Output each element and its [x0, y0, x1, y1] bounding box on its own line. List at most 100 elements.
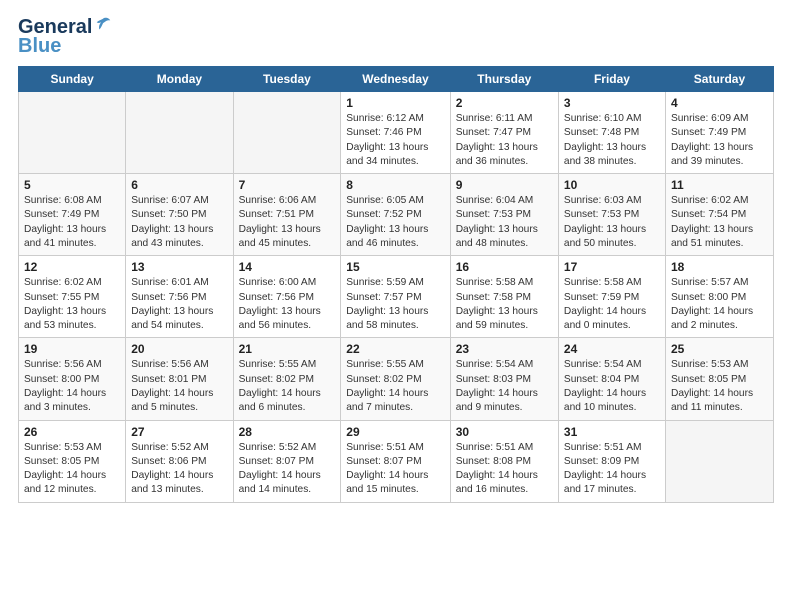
week-row-2: 5 Sunrise: 6:08 AM Sunset: 7:49 PM Daylig…	[19, 174, 774, 256]
day-info: Sunrise: 5:56 AM Sunset: 8:00 PM Dayligh…	[24, 358, 120, 415]
day-info: Sunrise: 6:08 AM Sunset: 7:49 PM Dayligh…	[24, 194, 120, 251]
day-number: 18	[671, 260, 768, 274]
day-info: Sunrise: 5:51 AM Sunset: 8:07 PM Dayligh…	[346, 441, 444, 498]
weekday-header-sunday: Sunday	[19, 67, 126, 92]
day-number: 8	[346, 178, 444, 192]
calendar-cell: 31 Sunrise: 5:51 AM Sunset: 8:09 PM Dayli…	[558, 420, 665, 502]
day-number: 3	[564, 96, 660, 110]
day-info: Sunrise: 6:07 AM Sunset: 7:50 PM Dayligh…	[131, 194, 227, 251]
calendar-cell: 4 Sunrise: 6:09 AM Sunset: 7:49 PM Daylig…	[665, 92, 773, 174]
calendar-cell: 14Sunrise: 6:00 AM Sunset: 7:56 PM Dayli…	[233, 256, 341, 338]
day-number: 26	[24, 425, 120, 439]
calendar-cell: 7Sunrise: 6:06 AM Sunset: 7:51 PM Daylig…	[233, 174, 341, 256]
calendar-cell: 11Sunrise: 6:02 AM Sunset: 7:54 PM Dayli…	[665, 174, 773, 256]
weekday-header-wednesday: Wednesday	[341, 67, 450, 92]
week-row-5: 26 Sunrise: 5:53 AM Sunset: 8:05 PM Dayli…	[19, 420, 774, 502]
day-number: 24	[564, 342, 660, 356]
day-info: Sunrise: 5:52 AM Sunset: 8:06 PM Dayligh…	[131, 441, 227, 498]
day-number: 1	[346, 96, 444, 110]
day-info: Sunrise: 5:54 AM Sunset: 8:04 PM Dayligh…	[564, 358, 660, 415]
day-info: Sunrise: 5:53 AM Sunset: 8:05 PM Dayligh…	[671, 358, 768, 415]
calendar-cell: 3 Sunrise: 6:10 AM Sunset: 7:48 PM Daylig…	[558, 92, 665, 174]
calendar-cell: 28Sunrise: 5:52 AM Sunset: 8:07 PM Dayli…	[233, 420, 341, 502]
day-info: Sunrise: 5:59 AM Sunset: 7:57 PM Dayligh…	[346, 276, 444, 333]
header: General Blue	[18, 16, 774, 58]
day-number: 29	[346, 425, 444, 439]
day-number: 5	[24, 178, 120, 192]
calendar-cell: 9 Sunrise: 6:04 AM Sunset: 7:53 PM Daylig…	[450, 174, 558, 256]
calendar-cell: 8Sunrise: 6:05 AM Sunset: 7:52 PM Daylig…	[341, 174, 450, 256]
day-number: 30	[456, 425, 553, 439]
day-number: 20	[131, 342, 227, 356]
calendar-cell	[126, 92, 233, 174]
calendar-cell: 27 Sunrise: 5:52 AM Sunset: 8:06 PM Dayli…	[126, 420, 233, 502]
day-info: Sunrise: 5:57 AM Sunset: 8:00 PM Dayligh…	[671, 276, 768, 333]
day-info: Sunrise: 5:55 AM Sunset: 8:02 PM Dayligh…	[239, 358, 336, 415]
day-number: 13	[131, 260, 227, 274]
day-number: 12	[24, 260, 120, 274]
day-number: 2	[456, 96, 553, 110]
day-number: 16	[456, 260, 553, 274]
calendar-cell: 24 Sunrise: 5:54 AM Sunset: 8:04 PM Dayli…	[558, 338, 665, 420]
calendar-cell: 5 Sunrise: 6:08 AM Sunset: 7:49 PM Daylig…	[19, 174, 126, 256]
calendar-cell: 26 Sunrise: 5:53 AM Sunset: 8:05 PM Dayli…	[19, 420, 126, 502]
calendar-cell: 21 Sunrise: 5:55 AM Sunset: 8:02 PM Dayli…	[233, 338, 341, 420]
calendar-cell: 10 Sunrise: 6:03 AM Sunset: 7:53 PM Dayli…	[558, 174, 665, 256]
day-number: 7	[239, 178, 336, 192]
day-info: Sunrise: 6:02 AM Sunset: 7:55 PM Dayligh…	[24, 276, 120, 333]
day-info: Sunrise: 6:11 AM Sunset: 7:47 PM Dayligh…	[456, 112, 553, 169]
calendar-cell: 6 Sunrise: 6:07 AM Sunset: 7:50 PM Daylig…	[126, 174, 233, 256]
weekday-header-monday: Monday	[126, 67, 233, 92]
weekday-header-friday: Friday	[558, 67, 665, 92]
day-info: Sunrise: 6:01 AM Sunset: 7:56 PM Dayligh…	[131, 276, 227, 333]
day-info: Sunrise: 6:02 AM Sunset: 7:54 PM Dayligh…	[671, 194, 768, 251]
day-number: 31	[564, 425, 660, 439]
calendar-cell: 20 Sunrise: 5:56 AM Sunset: 8:01 PM Dayli…	[126, 338, 233, 420]
day-info: Sunrise: 5:54 AM Sunset: 8:03 PM Dayligh…	[456, 358, 553, 415]
day-info: Sunrise: 5:53 AM Sunset: 8:05 PM Dayligh…	[24, 441, 120, 498]
calendar-cell: 19Sunrise: 5:56 AM Sunset: 8:00 PM Dayli…	[19, 338, 126, 420]
calendar-cell	[233, 92, 341, 174]
day-info: Sunrise: 6:04 AM Sunset: 7:53 PM Dayligh…	[456, 194, 553, 251]
calendar-cell: 22 Sunrise: 5:55 AM Sunset: 8:02 PM Dayli…	[341, 338, 450, 420]
day-info: Sunrise: 5:55 AM Sunset: 8:02 PM Dayligh…	[346, 358, 444, 415]
weekday-header-saturday: Saturday	[665, 67, 773, 92]
day-info: Sunrise: 5:56 AM Sunset: 8:01 PM Dayligh…	[131, 358, 227, 415]
calendar-cell: 1Sunrise: 6:12 AM Sunset: 7:46 PM Daylig…	[341, 92, 450, 174]
day-number: 17	[564, 260, 660, 274]
calendar-cell: 25 Sunrise: 5:53 AM Sunset: 8:05 PM Dayli…	[665, 338, 773, 420]
weekday-header-row: SundayMondayTuesdayWednesdayThursdayFrid…	[19, 67, 774, 92]
day-number: 10	[564, 178, 660, 192]
calendar-cell: 23 Sunrise: 5:54 AM Sunset: 8:03 PM Dayli…	[450, 338, 558, 420]
day-info: Sunrise: 5:51 AM Sunset: 8:08 PM Dayligh…	[456, 441, 553, 498]
page: General Blue SundayMondayTuesdayWednesda…	[0, 0, 792, 513]
day-number: 23	[456, 342, 553, 356]
calendar-cell: 12 Sunrise: 6:02 AM Sunset: 7:55 PM Dayli…	[19, 256, 126, 338]
calendar-cell: 2 Sunrise: 6:11 AM Sunset: 7:47 PM Daylig…	[450, 92, 558, 174]
day-info: Sunrise: 6:03 AM Sunset: 7:53 PM Dayligh…	[564, 194, 660, 251]
day-info: Sunrise: 5:58 AM Sunset: 7:59 PM Dayligh…	[564, 276, 660, 333]
logo-blue: Blue	[18, 35, 61, 58]
day-info: Sunrise: 6:09 AM Sunset: 7:49 PM Dayligh…	[671, 112, 768, 169]
day-number: 22	[346, 342, 444, 356]
day-info: Sunrise: 6:10 AM Sunset: 7:48 PM Dayligh…	[564, 112, 660, 169]
weekday-header-thursday: Thursday	[450, 67, 558, 92]
day-number: 9	[456, 178, 553, 192]
day-number: 4	[671, 96, 768, 110]
calendar-cell: 17 Sunrise: 5:58 AM Sunset: 7:59 PM Dayli…	[558, 256, 665, 338]
day-number: 14	[239, 260, 336, 274]
week-row-1: 1Sunrise: 6:12 AM Sunset: 7:46 PM Daylig…	[19, 92, 774, 174]
day-number: 25	[671, 342, 768, 356]
day-number: 27	[131, 425, 227, 439]
day-info: Sunrise: 5:51 AM Sunset: 8:09 PM Dayligh…	[564, 441, 660, 498]
calendar-cell	[665, 420, 773, 502]
calendar: SundayMondayTuesdayWednesdayThursdayFrid…	[18, 66, 774, 503]
calendar-cell	[19, 92, 126, 174]
day-info: Sunrise: 5:58 AM Sunset: 7:58 PM Dayligh…	[456, 276, 553, 333]
day-number: 6	[131, 178, 227, 192]
week-row-4: 19Sunrise: 5:56 AM Sunset: 8:00 PM Dayli…	[19, 338, 774, 420]
calendar-cell: 30 Sunrise: 5:51 AM Sunset: 8:08 PM Dayli…	[450, 420, 558, 502]
day-number: 21	[239, 342, 336, 356]
day-number: 28	[239, 425, 336, 439]
calendar-cell: 16 Sunrise: 5:58 AM Sunset: 7:58 PM Dayli…	[450, 256, 558, 338]
